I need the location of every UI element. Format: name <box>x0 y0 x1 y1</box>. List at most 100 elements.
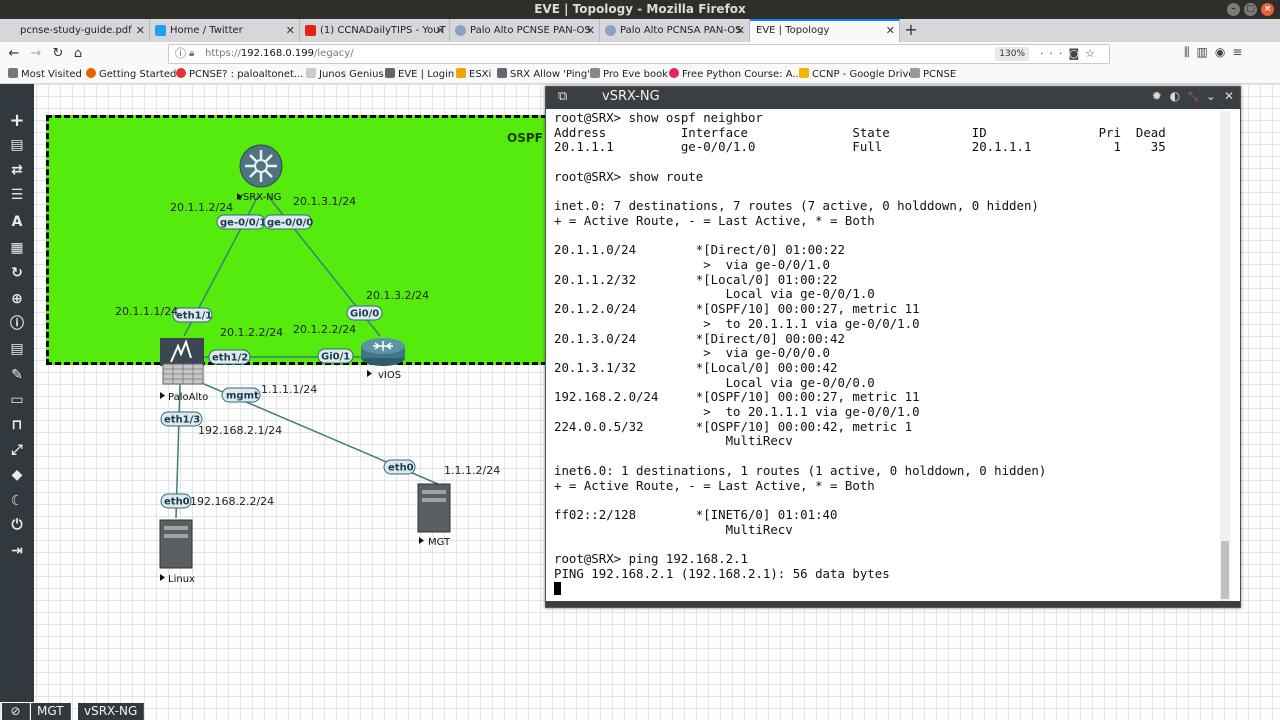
tab-twitter[interactable]: Home / Twitter ✕ <box>150 19 300 42</box>
menu-icon[interactable]: ≡ <box>1232 45 1249 59</box>
bookmark-eve-login[interactable]: EVE | Login <box>385 67 454 83</box>
pocket-icon[interactable]: ◙ <box>1068 47 1085 60</box>
iface-vios-gi01[interactable]: Gi0/1 <box>317 348 354 364</box>
close-tab-icon[interactable]: ✕ <box>436 19 445 42</box>
bookmarks-toolbar: Most Visited Getting Started PCNSE? : pa… <box>0 66 1280 84</box>
iface-mgt-eth0[interactable]: eth0 <box>383 459 416 475</box>
close-icon[interactable]: ✕ <box>1224 89 1234 104</box>
iface-pa-eth13[interactable]: eth1/3 <box>160 411 203 427</box>
tab-pcnse[interactable]: Palo Alto PCNSE PAN-OS ✕ <box>450 19 600 42</box>
terminal-line: 20.1.3.1/32 *[Local/0] 00:00:42 <box>554 359 838 375</box>
zoom-indicator[interactable]: 130% <box>995 47 1029 61</box>
paloalto-icon <box>176 68 186 78</box>
bookmark-free-python-course[interactable]: Free Python Course: A... <box>669 67 802 83</box>
minimize-icon[interactable]: ⌄ <box>1206 89 1216 104</box>
info-icon[interactable]: ⓘ <box>175 45 186 63</box>
node-linux[interactable]: Linux <box>159 519 195 585</box>
terminal-line: ff02::2/128 *[INET6/0] 01:01:40 <box>554 506 838 522</box>
terminal-line: 224.0.0.5/32 *[OSPF/10] 00:00:42, metric… <box>554 418 913 434</box>
tab-label: pcnse-study-guide.pdf <box>20 25 132 36</box>
bookmark-srx-allow-ping[interactable]: SRX Allow 'Ping' <box>497 67 590 83</box>
bookmark-pcnse-paloalto[interactable]: PCNSE? : paloaltonet... <box>176 67 303 83</box>
url-scheme: https:// <box>205 48 241 59</box>
close-tab-icon[interactable]: ✕ <box>736 19 745 42</box>
toggle-icon[interactable]: ⊘ <box>2 703 30 720</box>
close-tab-icon[interactable]: ✕ <box>286 19 295 42</box>
url-bar[interactable]: ⓘ 🔒︎ https://192.168.0.199/legacy/ 130% … <box>168 44 1110 64</box>
terminal-line: root@SRX> show ospf neighbor <box>554 111 763 125</box>
settings-icon[interactable]: ✹ <box>1152 89 1162 104</box>
ip-label: 192.168.2.2/24 <box>190 495 274 508</box>
iface-vios-gi00[interactable]: Gi0/0 <box>346 305 383 321</box>
bookmark-pro-eve-book[interactable]: Pro Eve book <box>590 67 668 83</box>
home-icon[interactable]: ⌂ <box>69 45 87 63</box>
iface-linux-eth0[interactable]: eth0 <box>160 493 192 509</box>
terminal-line: Local via ge-0/0/0.0 <box>554 374 875 390</box>
window-titlebar: EVE | Topology - Mozilla Firefox – □ × <box>0 0 1280 19</box>
terminal-line: 192.168.2.0/24 *[OSPF/10] 00:00:27, metr… <box>554 389 920 405</box>
iface-vsrx-ge001[interactable]: ge-0/0/1 <box>216 214 266 230</box>
close-tab-icon[interactable]: ✕ <box>886 21 895 41</box>
close-tab-icon[interactable]: ✕ <box>136 19 145 42</box>
eve-topology-page: + ▤ ⇄ ☰ A ▦ ↻ ⊕ ⓘ ▤ ✎ ▭ ⊓ ⤢ ◆ ☾ ⏻ ⇥ OSPF… <box>0 84 1280 720</box>
node-mgt[interactable]: MGT <box>417 483 451 548</box>
console-tab-mgt[interactable]: MGT <box>31 703 71 720</box>
vmware-icon <box>456 68 466 78</box>
ip-label: 192.168.2.1/24 <box>198 424 282 437</box>
ip-label: 1.1.1.1/24 <box>261 383 317 396</box>
library-icon[interactable]: ⫼ <box>1184 45 1197 59</box>
sidebar-icon[interactable]: ▥ <box>1197 45 1215 59</box>
terminal-line: root@SRX> ping 192.168.2.1 <box>554 551 748 567</box>
terminal-output[interactable]: root@SRX> show ospf neighbor Address Int… <box>554 111 1220 601</box>
firefox-icon <box>86 68 96 78</box>
popout-icon[interactable]: ⧉ <box>558 89 567 104</box>
lock-icon: 🔒︎ <box>189 48 195 59</box>
terminal-line: inet.0: 7 destinations, 7 routes (7 acti… <box>554 198 1039 214</box>
bookmark-ccnp-google-drive[interactable]: CCNP - Google Drive <box>799 67 915 83</box>
ip-label: 20.1.3.1/24 <box>293 195 356 208</box>
bookmark-star-icon[interactable]: ☆ <box>1085 47 1101 60</box>
disconnect-icon[interactable]: ⤡ <box>1188 89 1198 104</box>
tab-eve-topology[interactable]: EVE | Topology ✕ <box>750 19 900 42</box>
close-tab-icon[interactable]: ✕ <box>586 19 595 42</box>
ip-label: 20.1.3.2/24 <box>366 289 429 302</box>
close-window-icon[interactable]: × <box>1261 3 1274 16</box>
tab-youtube[interactable]: (1) CCNADailyTIPS - YouT ✕ <box>300 19 450 42</box>
bookmark-esxi[interactable]: ESXi <box>456 67 491 83</box>
svg-text:eth0: eth0 <box>388 463 414 474</box>
iface-vsrx-ge000[interactable]: ge-0/0/0 <box>263 214 313 230</box>
svg-text:ge-0/0/1: ge-0/0/1 <box>220 218 266 229</box>
node-label-vsrx: vSRX-NG <box>237 192 281 203</box>
iface-pa-eth12[interactable]: eth1/2 <box>208 349 251 365</box>
url-path: /legacy/ <box>314 48 354 59</box>
iface-pa-mgmt[interactable]: mgmt <box>221 387 261 403</box>
terminal-titlebar[interactable]: ⧉ vSRX-NG ✹ ◐ ⤡ ⌄ ✕ <box>546 87 1240 109</box>
tab-pcnse-study-guide[interactable]: pcnse-study-guide.pdf ✕ <box>0 19 150 42</box>
scrollbar-thumb[interactable] <box>1221 541 1229 599</box>
terminal-line: root@SRX> show route <box>554 168 704 184</box>
reload-icon[interactable]: ↻ <box>49 45 67 63</box>
back-icon[interactable]: ← <box>5 45 23 63</box>
bookmark-most-visited[interactable]: Most Visited <box>8 67 82 83</box>
tab-pcnsa[interactable]: Palo Alto PCNSA PAN-OS ✕ <box>600 19 750 42</box>
terminal-window[interactable]: ⧉ vSRX-NG ✹ ◐ ⤡ ⌄ ✕ root@SRX> show ospf … <box>545 86 1241 608</box>
page-actions-icon[interactable]: ··· <box>1040 47 1069 60</box>
node-paloalto[interactable]: PaloAlto <box>160 338 208 403</box>
terminal-scrollbar[interactable] <box>1220 111 1230 601</box>
minimize-icon[interactable]: – <box>1227 3 1240 16</box>
terminal-bottom-edge <box>546 601 1240 607</box>
account-icon[interactable]: ◉ <box>1215 45 1232 59</box>
new-tab-button[interactable]: + <box>902 19 920 42</box>
bookmark-getting-started[interactable]: Getting Started <box>86 67 176 83</box>
forward-icon[interactable]: → <box>27 45 45 63</box>
eye-slash-icon[interactable]: ◐ <box>1170 89 1180 104</box>
node-vsrx-ng[interactable]: vSRX-NG <box>237 144 283 203</box>
iface-pa-eth11[interactable]: eth1/1 <box>172 307 213 323</box>
svg-text:ge-0/0/0: ge-0/0/0 <box>267 218 313 229</box>
bookmark-pcnse[interactable]: PCNSE <box>910 67 956 83</box>
maximize-icon[interactable]: □ <box>1244 3 1257 16</box>
tab-label: Palo Alto PCNSE PAN-OS <box>470 25 591 36</box>
tab-label: Palo Alto PCNSA PAN-OS <box>620 25 742 36</box>
bookmark-junos-genius[interactable]: Junos Genius <box>306 67 384 83</box>
console-tab-vsrx-ng[interactable]: vSRX-NG <box>78 703 145 720</box>
